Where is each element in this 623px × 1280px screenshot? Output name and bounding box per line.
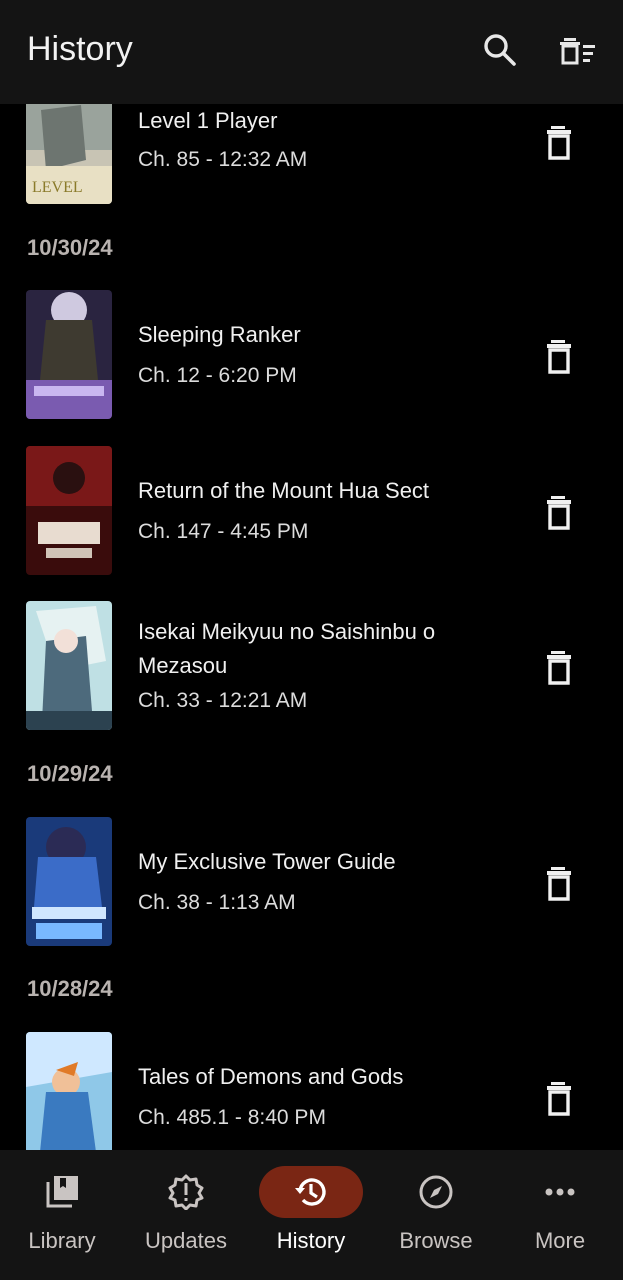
- nav-label: Library: [28, 1228, 96, 1253]
- delete-icon: [547, 496, 571, 530]
- bottom-navigation: Library Updates History Browse More: [0, 1150, 623, 1280]
- nav-label: History: [276, 1228, 346, 1253]
- history-list[interactable]: LEVEL Level 1 Player Ch. 85 - 12:32 AM 1…: [0, 104, 623, 1150]
- delete-icon: [547, 651, 571, 685]
- svg-text:LEVEL: LEVEL: [32, 179, 83, 196]
- manga-title: Tales of Demons and Gods: [138, 1064, 404, 1089]
- page-title: History: [27, 30, 133, 68]
- nav-item-updates[interactable]: Updates: [124, 1150, 248, 1280]
- delete-button[interactable]: [540, 494, 578, 534]
- history-item[interactable]: Sleeping Ranker Ch. 12 - 6:20 PM: [0, 290, 623, 420]
- nav-label: More: [534, 1228, 586, 1253]
- manga-title: Isekai Meikyuu no Saishinbu o Mezasou: [138, 619, 436, 678]
- cover-image[interactable]: [26, 290, 112, 419]
- manga-title: Sleeping Ranker: [138, 322, 301, 347]
- library-icon: [46, 1176, 78, 1208]
- cover-image[interactable]: [26, 817, 112, 946]
- chapter-info: Ch. 85 - 12:32 AM: [138, 148, 308, 171]
- delete-button[interactable]: [540, 1080, 578, 1120]
- chapter-info: Ch. 12 - 6:20 PM: [138, 364, 297, 387]
- nav-item-more[interactable]: More: [498, 1150, 622, 1280]
- cover-image[interactable]: [26, 601, 112, 730]
- manga-title: Level 1 Player: [138, 108, 278, 133]
- chapter-info: Ch. 485.1 - 8:40 PM: [138, 1106, 326, 1129]
- cover-image[interactable]: LEVEL: [26, 104, 112, 204]
- delete-button[interactable]: [540, 865, 578, 905]
- chapter-info: Ch. 33 - 12:21 AM: [138, 689, 308, 712]
- date-header: 10/28/24: [27, 976, 113, 1001]
- delete-button[interactable]: [540, 338, 578, 378]
- updates-icon: [168, 1174, 204, 1210]
- nav-item-library[interactable]: Library: [0, 1150, 124, 1280]
- nav-label: Updates: [145, 1228, 227, 1253]
- nav-label: Browse: [399, 1228, 473, 1253]
- date-header: 10/30/24: [27, 235, 113, 260]
- history-item[interactable]: My Exclusive Tower Guide Ch. 38 - 1:13 A…: [0, 817, 623, 947]
- cover-image[interactable]: [26, 1032, 112, 1150]
- chapter-info: Ch. 147 - 4:45 PM: [138, 520, 309, 543]
- chapter-info: Ch. 38 - 1:13 AM: [138, 891, 296, 914]
- delete-icon: [547, 867, 571, 901]
- history-item[interactable]: Tales of Demons and Gods Ch. 485.1 - 8:4…: [0, 1032, 623, 1150]
- compass-icon: [419, 1175, 453, 1209]
- history-item[interactable]: Isekai Meikyuu no Saishinbu o Mezasou Ch…: [0, 601, 623, 731]
- clear-history-button[interactable]: [558, 30, 598, 70]
- search-icon: [484, 34, 516, 66]
- more-icon: [545, 1188, 575, 1196]
- nav-item-history[interactable]: History: [249, 1150, 373, 1280]
- history-item[interactable]: Return of the Mount Hua Sect Ch. 147 - 4…: [0, 446, 623, 576]
- delete-button[interactable]: [540, 649, 578, 689]
- delete-icon: [547, 1082, 571, 1116]
- delete-sweep-icon: [560, 38, 595, 65]
- nav-item-browse[interactable]: Browse: [374, 1150, 498, 1280]
- cover-image[interactable]: [26, 446, 112, 575]
- manga-title: Return of the Mount Hua Sect: [138, 478, 430, 503]
- top-app-bar: History: [0, 0, 623, 104]
- history-icon: [295, 1178, 326, 1206]
- search-button[interactable]: [480, 30, 520, 70]
- delete-button[interactable]: [540, 124, 578, 164]
- history-item[interactable]: LEVEL Level 1 Player Ch. 85 - 12:32 AM: [0, 104, 623, 208]
- delete-icon: [547, 340, 571, 374]
- date-header: 10/29/24: [27, 761, 113, 786]
- delete-icon: [547, 126, 571, 160]
- manga-title: My Exclusive Tower Guide: [138, 849, 396, 874]
